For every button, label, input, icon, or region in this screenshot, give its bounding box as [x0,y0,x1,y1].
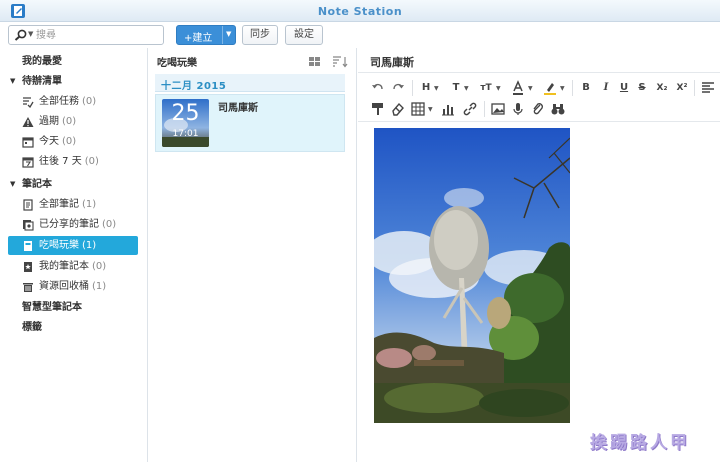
subscript-icon[interactable]: X₂ [654,80,670,96]
mountain-tree-photo [374,128,570,423]
sidebar-item-tags[interactable]: 標籤 [8,318,138,337]
sidebar-item-food-fun[interactable]: 吃喝玩樂 (1) [8,236,138,255]
note-title[interactable]: 司馬庫斯 [370,54,414,70]
format-toolbar: H ▼ T ▼ тT ▼ ▼ ▼ B I U S X₂ X² ▼ [358,74,720,122]
warning-icon [22,117,34,127]
create-button[interactable]: +建立 ▼ [176,25,236,45]
font-icon[interactable]: T [448,80,464,96]
note-list-item[interactable]: 25 17:01 司馬庫斯 [155,94,345,152]
sync-button[interactable]: 同步 [242,25,278,45]
note-list-panel: 吃喝玩樂 十二月 2015 25 17:01 司馬庫斯 [149,48,357,462]
app-title: Note Station [317,5,403,18]
shared-notes-icon [23,220,34,231]
note-list-title: 吃喝玩樂 [157,58,197,69]
month-group-header: 十二月 2015 [155,74,345,92]
note-item-title: 司馬庫斯 [218,103,258,114]
heading-icon[interactable]: H [418,80,434,96]
sidebar-section-notebook[interactable]: ▼ 筆記本 [8,175,138,194]
notebook-star-icon [24,262,32,272]
format-painter-icon[interactable] [370,101,386,117]
font-size-dropdown-icon[interactable]: ▼ [496,85,501,92]
text-color-icon[interactable] [510,80,526,96]
collapse-triangle-icon[interactable]: ▼ [10,175,15,194]
notebook-icon [24,241,32,251]
highlight-icon[interactable] [542,80,558,96]
title-bar: Note Station [0,0,720,22]
task-list-icon [23,97,34,108]
sort-icon[interactable] [333,56,348,68]
grid-view-icon[interactable] [309,57,320,66]
eraser-icon[interactable] [390,101,406,117]
search-box[interactable]: ▼ [8,25,164,45]
note-thumbnail: 25 17:01 [162,99,209,147]
note-editor: 司馬庫斯 H ▼ T ▼ тT ▼ ▼ ▼ B I U S X₂ X² ▼ [358,48,720,462]
sidebar-item-recycle-bin[interactable]: 資源回收桶 (1) [8,277,138,296]
create-dropdown-chevron-icon[interactable]: ▼ [226,30,231,38]
attachment-icon[interactable] [530,101,546,117]
watermark-text: 挨踢路人甲 [590,433,690,453]
sidebar-item-my-notebook[interactable]: 我的筆記本 (0) [8,257,138,276]
settings-button[interactable]: 設定 [285,25,323,45]
note-thumb-time: 17:01 [172,129,199,139]
table-dropdown-icon[interactable]: ▼ [428,106,433,113]
search-input[interactable] [36,28,160,43]
bold-icon[interactable]: B [578,80,594,96]
underline-icon[interactable]: U [616,80,632,96]
sidebar-item-all-notes[interactable]: 全部筆記 (1) [8,195,138,214]
trash-icon [23,283,33,292]
search-options-chevron-icon[interactable]: ▼ [28,30,33,38]
redo-icon[interactable] [390,80,406,96]
link-icon[interactable] [462,101,478,117]
main-toolbar: ▼ +建立 ▼ 同步 設定 [0,22,720,48]
italic-icon[interactable]: I [598,80,614,96]
sidebar-section-todo[interactable]: ▼ 待辦清單 [8,72,138,91]
font-size-icon[interactable]: тT [478,80,494,96]
sidebar-item-overdue[interactable]: 過期 (0) [8,112,138,131]
microphone-icon[interactable] [510,101,526,117]
chart-icon[interactable] [440,101,456,117]
create-button-label: 建立 [192,33,213,44]
sidebar-item-favorites[interactable]: 我的最愛 [8,52,138,71]
search-icon[interactable] [14,29,28,41]
undo-icon[interactable] [370,80,386,96]
sidebar-item-today[interactable]: 今天 (0) [8,132,138,151]
superscript-icon[interactable]: X² [674,80,690,96]
sidebar-item-next-7-days[interactable]: 往後 7 天 (0) [8,152,138,171]
strikethrough-icon[interactable]: S [634,80,650,96]
text-color-dropdown-icon[interactable]: ▼ [528,85,533,92]
sidebar-item-all-tasks[interactable]: 全部任務 (0) [8,92,138,111]
table-icon[interactable] [410,101,426,117]
calendar-icon [22,137,34,148]
image-icon[interactable] [490,101,506,117]
highlight-dropdown-icon[interactable]: ▼ [560,85,565,92]
calendar-week-icon [22,157,34,168]
heading-dropdown-icon[interactable]: ▼ [434,85,439,92]
sidebar-item-shared-notes[interactable]: 已分享的筆記 (0) [8,215,138,234]
note-photo[interactable] [374,128,570,423]
note-thumb-day: 25 [171,101,200,126]
notes-icon [23,199,33,211]
sidebar-item-smart-notebook[interactable]: 智慧型筆記本 [8,298,138,317]
binoculars-icon[interactable] [550,101,566,117]
font-dropdown-icon[interactable]: ▼ [464,85,469,92]
align-left-icon[interactable] [700,80,716,96]
sidebar: 我的最愛 ▼ 待辦清單 全部任務 (0) 過期 (0) 今天 (0) 往後 7 … [0,48,148,462]
collapse-triangle-icon[interactable]: ▼ [10,72,15,91]
